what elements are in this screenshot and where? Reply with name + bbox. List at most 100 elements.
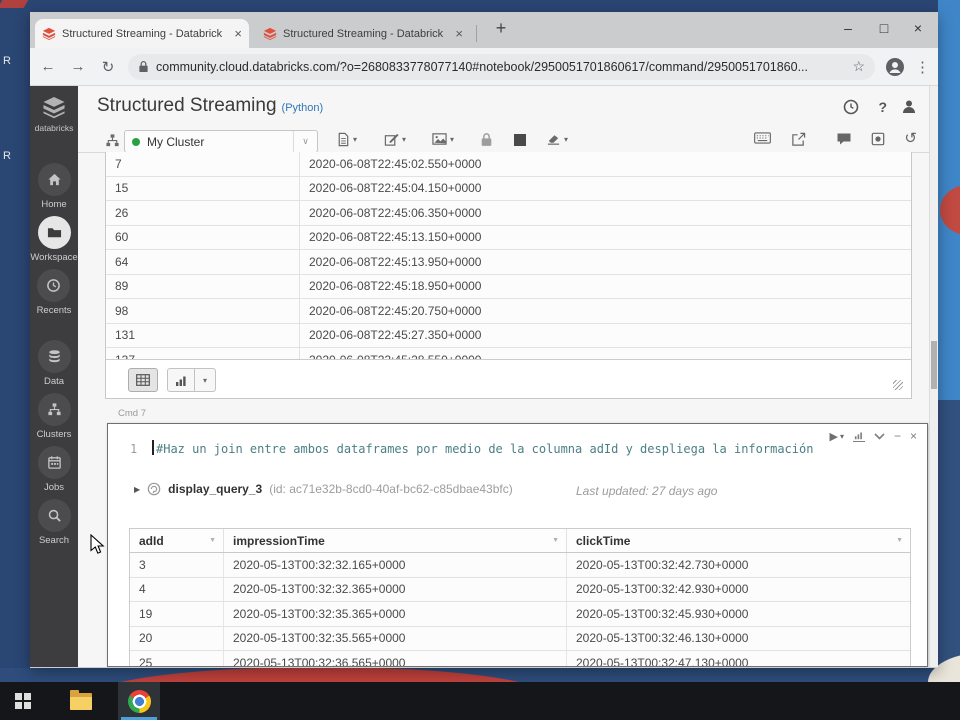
sidebar-item-label: Home xyxy=(41,199,67,210)
text-cursor xyxy=(152,440,154,455)
windows-logo-icon xyxy=(15,693,31,709)
sidebar-item-label: Jobs xyxy=(43,482,65,493)
taskbar xyxy=(0,682,960,720)
dropdown-icon: ▾ xyxy=(353,135,358,144)
resize-handle[interactable] xyxy=(893,380,903,390)
forward-icon[interactable]: → xyxy=(68,58,88,75)
reload-icon[interactable]: ↻ xyxy=(98,58,118,76)
permissions-lock-icon[interactable] xyxy=(480,132,493,147)
browser-window: Structured Streaming - Databrick × Struc… xyxy=(30,12,938,668)
expander-triangle-icon[interactable]: ▶ xyxy=(134,485,140,494)
table-cell: 2020-05-13T00:32:32.165+0000 xyxy=(224,553,567,577)
window-close-button[interactable]: × xyxy=(902,14,934,42)
file-icon xyxy=(338,132,349,147)
file-menu-button[interactable]: ▾ xyxy=(336,132,357,147)
revision-history-icon[interactable]: ↺ xyxy=(904,129,917,147)
clear-menu-button[interactable]: ▾ xyxy=(546,132,568,146)
cluster-selector[interactable]: My Cluster ∨ xyxy=(124,130,318,153)
chrome-button[interactable] xyxy=(118,682,160,720)
edit-menu-button[interactable]: ▾ xyxy=(384,132,406,147)
table-cell: 26 xyxy=(106,201,300,225)
sidebar-item-jobs[interactable]: Jobs xyxy=(37,446,71,493)
recents-clock-icon xyxy=(47,279,61,292)
chart-options-dropdown[interactable]: ▾ xyxy=(195,368,216,392)
window-minimize-button[interactable]: – xyxy=(832,14,864,42)
file-explorer-button[interactable] xyxy=(60,682,102,720)
back-icon[interactable]: ← xyxy=(38,58,58,75)
browser-profile-icon[interactable] xyxy=(885,57,905,77)
table-view-button[interactable] xyxy=(128,368,158,392)
table-row: 98 2020-06-08T22:45:20.750+0000 xyxy=(106,299,911,324)
cell-chart-icon[interactable] xyxy=(852,431,865,442)
chart-view-button[interactable] xyxy=(167,368,195,392)
browser-menu-icon[interactable]: ⋮ xyxy=(915,58,930,76)
table-cell: 19 xyxy=(130,602,224,626)
run-cell-button[interactable]: ▶ ▾ xyxy=(829,430,843,443)
tab-close-icon[interactable]: × xyxy=(455,26,463,41)
start-button[interactable] xyxy=(2,682,44,720)
address-bar[interactable]: community.cloud.databricks.com/?o=268083… xyxy=(128,53,875,80)
scrollbar-thumb[interactable] xyxy=(931,341,937,389)
sidebar-item-search[interactable]: Search xyxy=(37,499,71,546)
account-user-icon[interactable] xyxy=(901,99,917,115)
view-menu-button[interactable]: ▾ xyxy=(432,132,454,146)
sidebar-item-recents[interactable]: Recents xyxy=(37,269,71,316)
table-row: 20 2020-05-13T00:32:35.565+0000 2020-05-13… xyxy=(130,626,910,651)
minimize-cell-icon[interactable]: − xyxy=(894,429,901,443)
table-cell: 2020-06-08T22:45:20.750+0000 xyxy=(309,303,482,318)
shortcuts-keyboard-icon[interactable] xyxy=(754,132,771,144)
browser-tab-active[interactable]: Structured Streaming - Databrick × xyxy=(35,19,249,48)
table-cell: 2020-05-13T00:32:45.930+0000 xyxy=(576,606,749,621)
bookmark-star-icon[interactable]: ☆ xyxy=(852,58,865,75)
desktop-icon-label: R xyxy=(3,150,11,162)
chrome-logo-icon xyxy=(127,689,151,713)
table-header-row: adId ▼ impressionTime ▼ clickTime ▼ xyxy=(130,529,910,553)
table-cell: 3 xyxy=(130,553,224,577)
filter-icon[interactable]: ▼ xyxy=(896,537,903,544)
sidebar-item-data[interactable]: Data xyxy=(37,340,71,387)
tab-close-icon[interactable]: × xyxy=(234,26,242,41)
stop-execution-icon[interactable] xyxy=(514,134,526,146)
databricks-favicon xyxy=(42,27,56,40)
publish-export-icon[interactable] xyxy=(791,132,806,147)
comments-icon[interactable] xyxy=(836,132,852,146)
table-row: 89 2020-06-08T22:45:18.950+0000 xyxy=(106,274,911,299)
mouse-cursor xyxy=(90,534,105,554)
cell-controls: ▶ ▾ − × xyxy=(829,429,917,443)
table-cell: 2020-06-08T22:45:18.950+0000 xyxy=(309,279,482,294)
filter-icon[interactable]: ▼ xyxy=(209,537,216,544)
chevron-down-icon[interactable]: ∨ xyxy=(293,131,317,152)
table-row: 7 2020-06-08T22:45:02.550+0000 xyxy=(106,152,911,177)
code-line[interactable]: #Haz un join entre ambos dataframes por … xyxy=(156,442,813,456)
query-name[interactable]: display_query_3 xyxy=(168,482,262,496)
clusters-sitemap-icon xyxy=(47,403,61,416)
cluster-status-dot xyxy=(132,137,140,146)
collapse-chevron-icon[interactable] xyxy=(874,432,885,440)
dropdown-icon: ▾ xyxy=(450,134,455,144)
help-icon[interactable]: ? xyxy=(878,99,887,115)
workspace-folder-icon xyxy=(47,228,61,238)
browser-tab-inactive[interactable]: Structured Streaming - Databrick × xyxy=(256,19,470,48)
column-header-adid: adId ▼ xyxy=(130,529,224,552)
desktop-icon-label: R xyxy=(3,55,11,67)
join-result-table: adId ▼ impressionTime ▼ clickTime ▼ 3 2020-0… xyxy=(129,528,911,666)
result-table: 7 2020-06-08T22:45:02.550+0000 15 2020-06-0… xyxy=(106,152,911,360)
notebook-schedule-icon[interactable] xyxy=(843,99,859,115)
command-cell[interactable]: ▶ ▾ − × 1 #Haz un join entre ambos datafr… xyxy=(107,423,928,667)
sidebar-item-workspace[interactable]: Workspace xyxy=(30,216,78,263)
chart-view-button-group: ▾ xyxy=(167,368,216,392)
tab-divider xyxy=(476,25,477,42)
line-number: 1 xyxy=(130,442,138,456)
query-id: (id: ac71e32b-8cd0-40af-bc62-c85dbae43bf… xyxy=(269,482,513,496)
window-maximize-button[interactable]: □ xyxy=(868,14,900,42)
filter-icon[interactable]: ▼ xyxy=(552,537,559,544)
scheduler-icon[interactable] xyxy=(871,132,885,146)
close-cell-icon[interactable]: × xyxy=(910,429,917,443)
new-tab-button[interactable]: + xyxy=(488,18,514,39)
table-cell: 2020-06-08T22:45:28.550+0000 xyxy=(309,352,482,360)
edit-pencil-icon xyxy=(384,133,399,146)
sidebar-item-home[interactable]: Home xyxy=(37,163,71,210)
table-row: 131 2020-06-08T22:45:27.350+0000 xyxy=(106,323,911,348)
scrollbar[interactable] xyxy=(929,86,938,667)
sidebar-item-clusters[interactable]: Clusters xyxy=(37,393,71,440)
